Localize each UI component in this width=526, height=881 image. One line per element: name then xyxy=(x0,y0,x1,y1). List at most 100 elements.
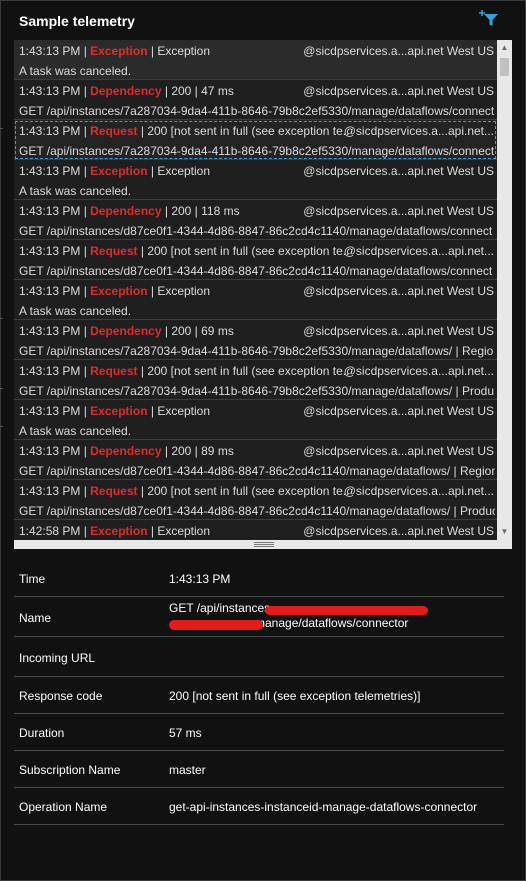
pane-splitter[interactable] xyxy=(14,540,512,549)
telemetry-summary-left: 1:43:13 PM | Exception | Exception xyxy=(19,284,210,298)
telemetry-time: 1:43:13 PM xyxy=(19,84,81,98)
telemetry-time: 1:42:58 PM xyxy=(19,524,81,538)
telemetry-summary-left: 1:43:13 PM | Dependency | 200 | 47 ms xyxy=(19,84,234,98)
detail-row-operation: Operation Name get-api-instances-instanc… xyxy=(14,788,504,825)
separator: | xyxy=(161,444,172,458)
telemetry-type: Exception xyxy=(90,284,148,298)
panel-title: Sample telemetry xyxy=(19,13,135,29)
separator: | xyxy=(80,364,91,378)
telemetry-summary: 1:43:13 PM | Request | 200 [not sent in … xyxy=(19,364,495,380)
telemetry-item[interactable]: 1:43:13 PM | Dependency | 200 | 118 ms @s… xyxy=(14,200,497,240)
telemetry-source: @sicdpservices.a...api.net West US xyxy=(303,444,494,458)
telemetry-summary: 1:43:13 PM | Exception | Exception @sicdp… xyxy=(19,44,495,60)
telemetry-item[interactable]: 1:43:13 PM | Exception | Exception @sicdp… xyxy=(14,280,497,320)
telemetry-detail: GET /api/instances/d87ce0f1-4344-4d86-88… xyxy=(19,264,493,278)
telemetry-source: @sicdpservices.a...api.net West US xyxy=(303,84,494,98)
telemetry-item[interactable]: 1:43:13 PM | Exception | Exception @sicdp… xyxy=(14,160,497,200)
redaction-mark xyxy=(169,620,263,630)
telemetry-info: 200 [not sent in full (see exception te.… xyxy=(147,244,349,258)
filter-button[interactable] xyxy=(478,9,500,29)
telemetry-item[interactable]: 1:43:13 PM | Exception | Exception @sicdp… xyxy=(14,40,497,80)
scroll-up-arrow-icon[interactable]: ▲ xyxy=(497,40,512,56)
telemetry-summary: 1:43:13 PM | Exception | Exception @sicdp… xyxy=(19,164,495,180)
telemetry-item[interactable]: 1:43:13 PM | Request | 200 [not sent in … xyxy=(14,120,497,160)
telemetry-source: @sicdpservices.a...api.net... xyxy=(343,124,494,138)
telemetry-time: 1:43:13 PM xyxy=(19,484,81,498)
telemetry-detail: GET /api/instances/d87ce0f1-4344-4d86-88… xyxy=(19,224,493,238)
telemetry-time: 1:43:13 PM xyxy=(19,284,81,298)
detail-value: 200 [not sent in full (see exception tel… xyxy=(169,689,421,703)
telemetry-info: 200 | 47 ms xyxy=(171,84,234,98)
detail-row-subscription: Subscription Name master xyxy=(14,751,504,788)
telemetry-type: Dependency xyxy=(90,84,162,98)
telemetry-time: 1:43:13 PM xyxy=(19,404,81,418)
telemetry-summary: 1:43:13 PM | Dependency | 200 | 69 ms @si… xyxy=(19,324,495,340)
telemetry-scrollbar[interactable]: ▲ ▼ xyxy=(497,40,512,540)
telemetry-detail: GET /api/instances/7a287034-9da4-411b-86… xyxy=(19,344,494,358)
scroll-down-arrow-icon[interactable]: ▼ xyxy=(497,524,512,540)
telemetry-type: Exception xyxy=(90,404,148,418)
separator: | xyxy=(147,404,158,418)
telemetry-time: 1:43:13 PM xyxy=(19,44,81,58)
telemetry-info: Exception xyxy=(157,44,211,58)
separator: | xyxy=(80,84,91,98)
redaction-mark xyxy=(265,606,428,615)
separator: | xyxy=(147,284,158,298)
detail-row-name: Name GET /api/instances manage/dataflows… xyxy=(14,597,504,637)
separator: | xyxy=(161,84,172,98)
separator: | xyxy=(80,324,91,338)
detail-value: GET /api/instances manage/dataflows/conn… xyxy=(169,601,504,631)
details-table: Time 1:43:13 PM Name GET /api/instances … xyxy=(14,560,504,825)
telemetry-time: 1:43:13 PM xyxy=(19,244,81,258)
detail-label: Name xyxy=(19,611,52,625)
telemetry-info: 200 | 118 ms xyxy=(171,204,240,218)
telemetry-detail: GET /api/instances/7a287034-9da4-411b-86… xyxy=(19,104,495,118)
separator: | xyxy=(80,44,91,58)
panel-edge xyxy=(0,0,3,881)
filter-add-icon xyxy=(479,10,498,26)
telemetry-item[interactable]: 1:42:58 PM | Exception | Exception @sicdp… xyxy=(14,520,497,540)
detail-row-time: Time 1:43:13 PM xyxy=(14,560,504,597)
panel-header: Sample telemetry xyxy=(0,0,526,40)
separator: | xyxy=(161,324,172,338)
separator: | xyxy=(137,124,148,138)
detail-value: 57 ms xyxy=(169,726,202,740)
telemetry-detail: GET /api/instances/7a287034-9da4-411b-86… xyxy=(19,384,495,398)
telemetry-source: @sicdpservices.a...api.net West US xyxy=(303,404,494,418)
separator: | xyxy=(80,164,91,178)
telemetry-item[interactable]: 1:43:13 PM | Exception | Exception @sicdp… xyxy=(14,400,497,440)
telemetry-detail: A task was canceled. xyxy=(19,184,132,198)
detail-value: get-api-instances-instanceid-manage-data… xyxy=(169,800,478,814)
separator: | xyxy=(80,524,91,538)
telemetry-item[interactable]: 1:43:13 PM | Dependency | 200 | 89 ms @si… xyxy=(14,440,497,480)
telemetry-type: Exception xyxy=(90,164,148,178)
telemetry-type: Request xyxy=(90,124,138,138)
splitter-grip-icon[interactable] xyxy=(254,542,274,547)
telemetry-summary: 1:43:13 PM | Request | 200 [not sent in … xyxy=(19,484,495,500)
telemetry-summary-left: 1:43:13 PM | Dependency | 200 | 118 ms xyxy=(19,204,240,218)
telemetry-detail: A task was canceled. xyxy=(19,64,132,78)
telemetry-item[interactable]: 1:43:13 PM | Request | 200 [not sent in … xyxy=(14,240,497,280)
separator: | xyxy=(147,44,158,58)
telemetry-summary: 1:43:13 PM | Exception | Exception @sicdp… xyxy=(19,404,495,420)
telemetry-summary-left: 1:43:13 PM | Exception | Exception xyxy=(19,164,210,178)
separator: | xyxy=(137,364,148,378)
telemetry-summary: 1:42:58 PM | Exception | Exception @sicdp… xyxy=(19,524,495,540)
telemetry-type: Exception xyxy=(90,44,148,58)
telemetry-summary-left: 1:43:13 PM | Exception | Exception xyxy=(19,404,210,418)
scroll-thumb[interactable] xyxy=(500,58,509,76)
telemetry-item[interactable]: 1:43:13 PM | Request | 200 [not sent in … xyxy=(14,360,497,400)
telemetry-list[interactable]: 1:43:13 PM | Exception | Exception @sicdp… xyxy=(14,40,512,540)
separator: | xyxy=(80,124,91,138)
telemetry-time: 1:43:13 PM xyxy=(19,124,81,138)
telemetry-item[interactable]: 1:43:13 PM | Dependency | 200 | 47 ms @si… xyxy=(14,80,497,120)
detail-row-url: Incoming URL xyxy=(14,637,504,677)
separator: | xyxy=(80,444,91,458)
telemetry-info: Exception xyxy=(157,164,211,178)
telemetry-summary-left: 1:43:13 PM | Dependency | 200 | 69 ms xyxy=(19,324,234,338)
telemetry-item[interactable]: 1:43:13 PM | Request | 200 [not sent in … xyxy=(14,480,497,520)
telemetry-item[interactable]: 1:43:13 PM | Dependency | 200 | 69 ms @si… xyxy=(14,320,497,360)
telemetry-source: @sicdpservices.a...api.net... xyxy=(343,244,494,258)
telemetry-time: 1:43:13 PM xyxy=(19,204,81,218)
telemetry-info: 200 [not sent in full (see exception te.… xyxy=(147,124,349,138)
